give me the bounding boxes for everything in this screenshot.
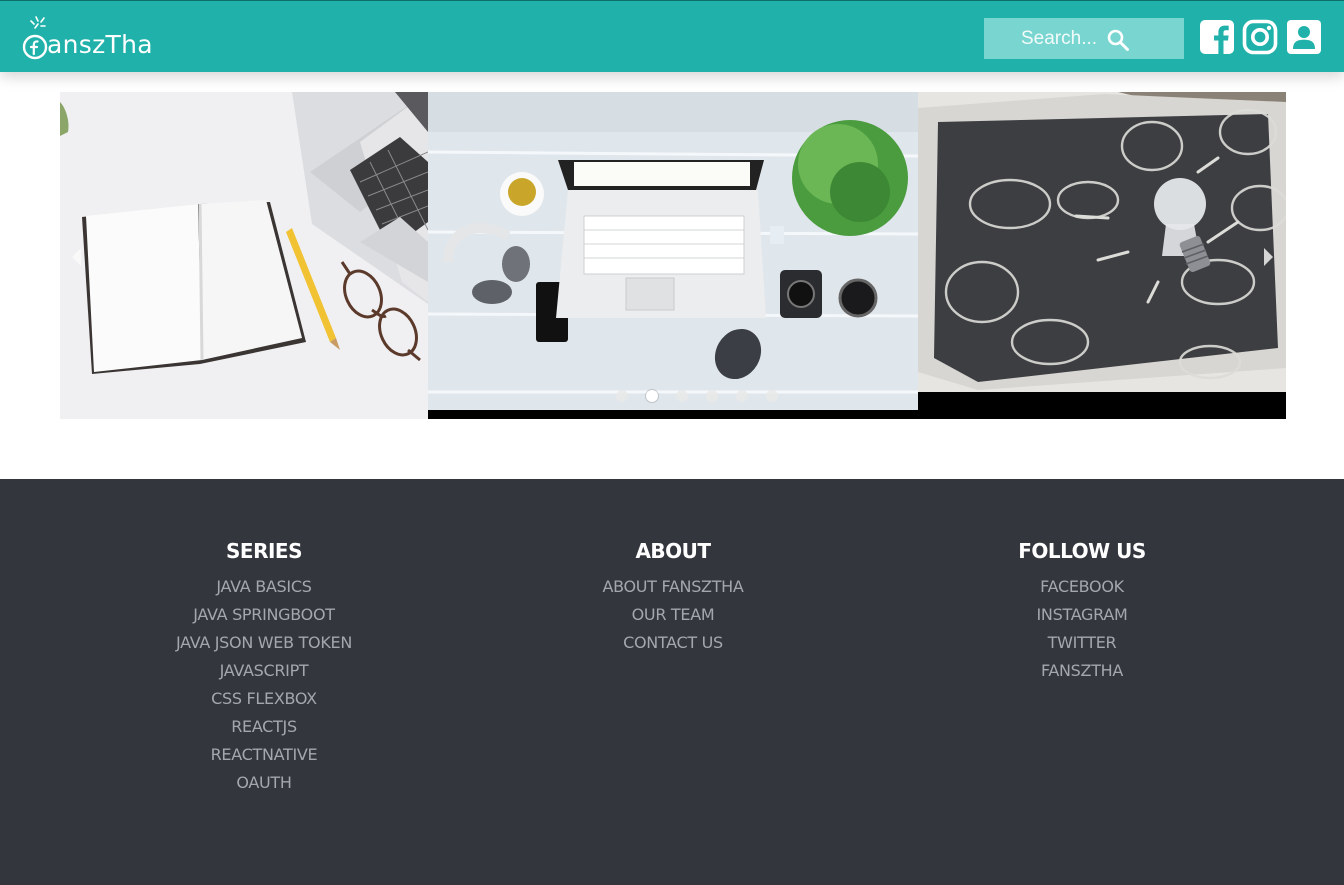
carousel-slide-laptop[interactable] bbox=[428, 92, 918, 410]
footer-about-column: ABOUT ABOUT FANSZTHA OUR TEAM CONTACT US bbox=[463, 539, 883, 657]
footer-link[interactable]: INSTAGRAM bbox=[872, 601, 1292, 629]
footer-link[interactable]: JAVA SPRINGBOOT bbox=[54, 601, 474, 629]
footer-link[interactable]: REACTNATIVE bbox=[54, 741, 474, 769]
carousel-next-arrow[interactable] bbox=[1264, 248, 1273, 266]
footer-series-column: SERIES JAVA BASICS JAVA SPRINGBOOT JAVA … bbox=[54, 539, 474, 797]
image-carousel[interactable] bbox=[60, 92, 1286, 419]
brand-name: anszTha bbox=[47, 30, 153, 59]
footer-link[interactable]: TWITTER bbox=[872, 629, 1292, 657]
footer-about-heading: ABOUT bbox=[635, 539, 711, 563]
footer-link[interactable]: CONTACT US bbox=[463, 629, 883, 657]
footer-series-heading: SERIES bbox=[226, 539, 302, 563]
search-icon[interactable] bbox=[1106, 28, 1130, 52]
user-account-icon[interactable] bbox=[1286, 19, 1322, 55]
footer-series-links: JAVA BASICS JAVA SPRINGBOOT JAVA JSON WE… bbox=[54, 573, 474, 797]
carousel-dot[interactable] bbox=[646, 390, 658, 402]
footer-follow-column: FOLLOW US FACEBOOK INSTAGRAM TWITTER FAN… bbox=[872, 539, 1292, 685]
footer-follow-links: FACEBOOK INSTAGRAM TWITTER FANSZTHA bbox=[872, 573, 1292, 685]
footer-about-links: ABOUT FANSZTHA OUR TEAM CONTACT US bbox=[463, 573, 883, 657]
carousel-dot[interactable] bbox=[736, 390, 748, 402]
brand-logo[interactable]: anszTha bbox=[22, 15, 153, 61]
footer-link[interactable]: CSS FLEXBOX bbox=[54, 685, 474, 713]
footer-link[interactable]: JAVASCRIPT bbox=[54, 657, 474, 685]
carousel-dot[interactable] bbox=[706, 390, 718, 402]
carousel-indicators bbox=[616, 390, 778, 402]
carousel-slide-lightbulb[interactable] bbox=[918, 92, 1286, 392]
facebook-square-icon[interactable] bbox=[1199, 19, 1235, 55]
notebook-desk-image bbox=[60, 92, 428, 419]
footer-link[interactable]: OAUTH bbox=[54, 769, 474, 797]
search-input[interactable] bbox=[984, 18, 1171, 59]
carousel-prev-arrow[interactable] bbox=[72, 248, 81, 266]
footer-follow-heading: FOLLOW US bbox=[1018, 539, 1146, 563]
footer-link[interactable]: JAVA JSON WEB TOKEN bbox=[54, 629, 474, 657]
footer-link[interactable]: OUR TEAM bbox=[463, 601, 883, 629]
lightbulb-chalkboard-image bbox=[918, 92, 1286, 392]
footer: SERIES JAVA BASICS JAVA SPRINGBOOT JAVA … bbox=[0, 479, 1344, 885]
carousel-dot[interactable] bbox=[676, 390, 688, 402]
footer-link[interactable]: JAVA BASICS bbox=[54, 573, 474, 601]
footer-link[interactable]: ABOUT FANSZTHA bbox=[463, 573, 883, 601]
carousel-dot[interactable] bbox=[766, 390, 778, 402]
carousel-slide-notebook[interactable] bbox=[60, 92, 428, 419]
logo-icon bbox=[22, 16, 48, 60]
instagram-icon[interactable] bbox=[1242, 19, 1278, 55]
top-navbar: anszTha bbox=[0, 0, 1344, 72]
footer-link[interactable]: REACTJS bbox=[54, 713, 474, 741]
search-box[interactable] bbox=[984, 18, 1184, 59]
footer-link[interactable]: FACEBOOK bbox=[872, 573, 1292, 601]
laptop-desk-image bbox=[428, 92, 918, 410]
logo-mark bbox=[22, 15, 48, 61]
footer-link[interactable]: FANSZTHA bbox=[872, 657, 1292, 685]
carousel-dot[interactable] bbox=[616, 390, 628, 402]
